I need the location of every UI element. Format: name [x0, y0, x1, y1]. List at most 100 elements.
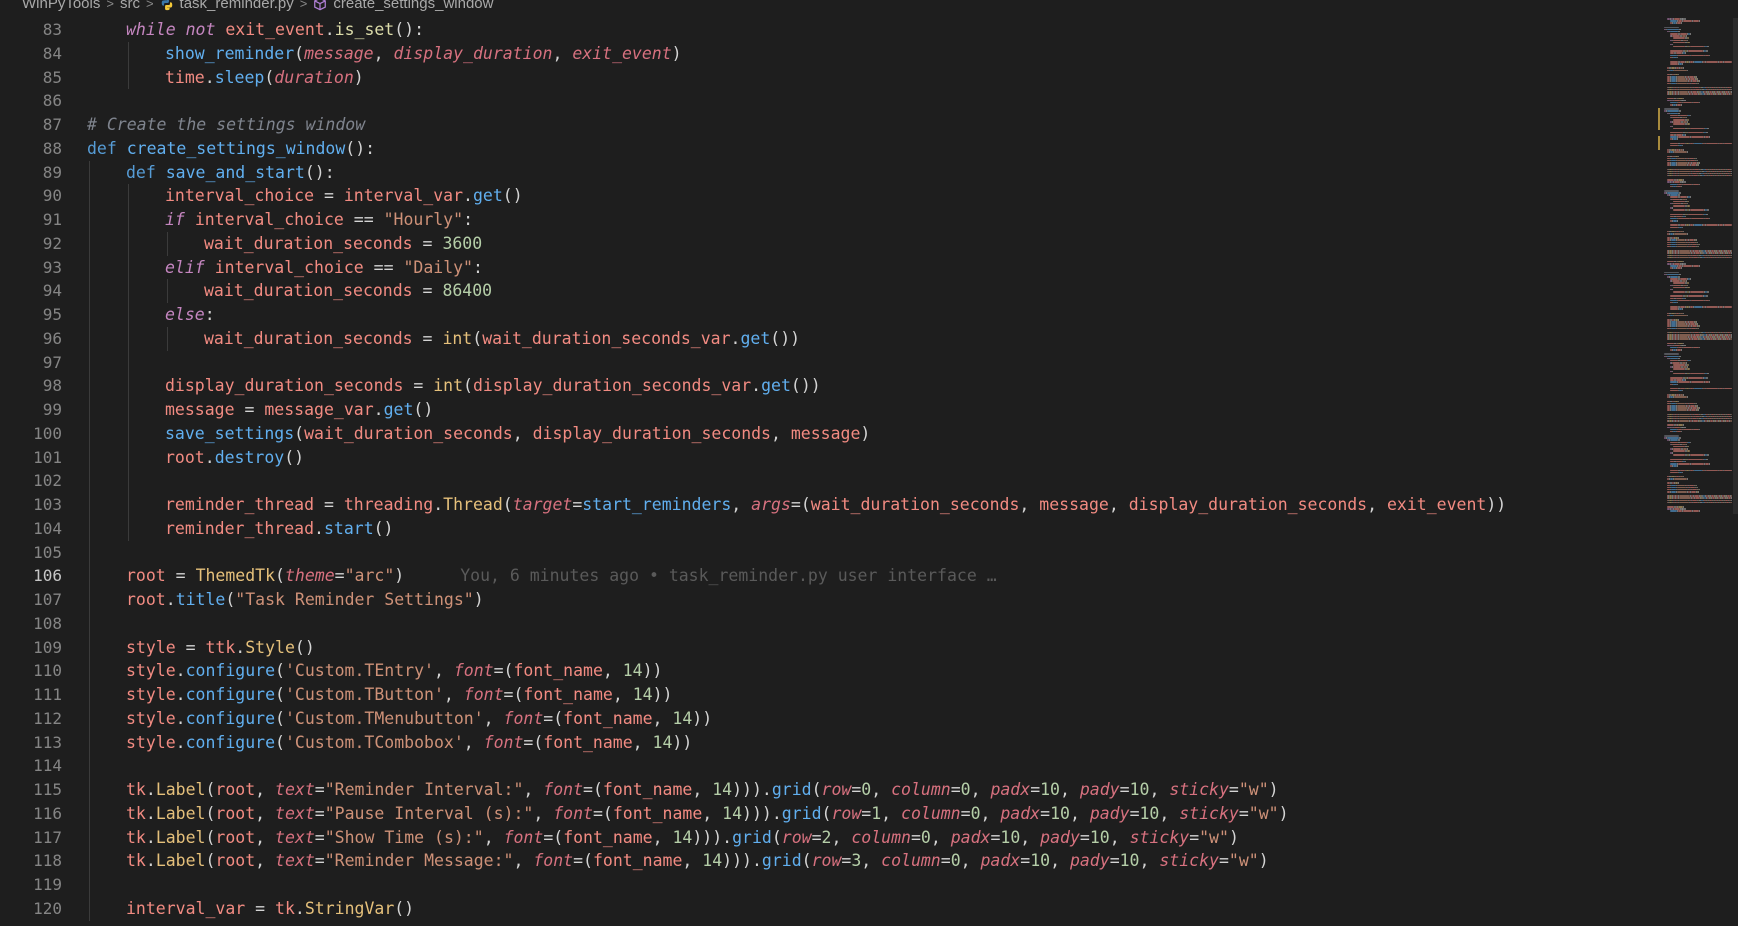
editor-pane[interactable]: 83 84 85 86 87 88 89 90 91 92 93 94 95 96 97 98 99 100 101…: [0, 18, 1652, 926]
code-token: exit_event: [572, 43, 672, 63]
code-line[interactable]: root = ThemedTk(theme="arc") You, 6 minut…: [87, 564, 1652, 588]
code-line[interactable]: wait_duration_seconds = int(wait_duratio…: [87, 326, 1652, 351]
code-line[interactable]: # Create the settings window: [87, 113, 1652, 137]
code-line[interactable]: interval_choice = interval_var.get(): [87, 184, 1652, 208]
code-line[interactable]: def save_and_start():: [87, 160, 1652, 185]
indent-guide: [89, 873, 90, 897]
code-line[interactable]: style.configure('Custom.TEntry', font=(f…: [87, 659, 1652, 683]
code-token: font_name: [592, 851, 683, 871]
code-line[interactable]: [87, 350, 1652, 375]
code-token: tk: [126, 803, 146, 823]
breadcrumb-item-symbol[interactable]: create_settings_window: [333, 0, 493, 11]
code-line[interactable]: save_settings(wait_duration_seconds, dis…: [87, 421, 1652, 446]
code-token: configure: [185, 708, 276, 728]
line-number: 111: [33, 685, 62, 704]
code-line[interactable]: def create_settings_window():: [87, 137, 1652, 161]
minimap-line: [1670, 299, 1677, 302]
code-line[interactable]: message = message_var.get(): [87, 398, 1652, 422]
minimap-line: [1673, 282, 1685, 284]
code-token: .: [751, 376, 762, 396]
minimap-line: [1709, 299, 1710, 302]
code-line[interactable]: while not exit_event.is_set():: [87, 18, 1652, 42]
code-line[interactable]: [87, 540, 1652, 565]
code-line[interactable]: tk.Label(root, text="Pause Interval (s):…: [87, 801, 1652, 826]
code-token: interval_choice: [194, 210, 344, 229]
minimap-line: [1674, 151, 1687, 153]
line-number: 83: [42, 20, 62, 39]
code-area[interactable]: while not exit_event.is_set(): show_remin…: [87, 18, 1652, 921]
code-line[interactable]: tk.Label(root, text="Show Time (s):", fo…: [87, 825, 1652, 850]
line-number: 108: [33, 613, 62, 633]
code-line[interactable]: reminder_thread.start(): [87, 516, 1652, 541]
minimap-line: [1670, 471, 1678, 474]
code-line[interactable]: [87, 754, 1652, 778]
breadcrumb-item-file[interactable]: task_reminder.py: [180, 0, 294, 11]
minimap-line: [1683, 67, 1684, 69]
code-line[interactable]: interval_var = tk.StringVar(): [87, 896, 1652, 921]
code-token: start_reminders: [582, 495, 732, 514]
code-token: ,: [682, 851, 703, 871]
code-line[interactable]: reminder_thread = threading.Thread(targe…: [87, 493, 1652, 517]
code-line[interactable]: wait_duration_seconds = 3600: [87, 231, 1652, 256]
code-token: pady: [1089, 803, 1130, 823]
code-token: column: [901, 803, 961, 823]
minimap-line: [1682, 471, 1683, 474]
code-token: duration: [274, 67, 354, 87]
code-token: ,: [970, 780, 991, 799]
code-token: "Task Reminder Settings": [235, 590, 474, 609]
minimap-line: [1683, 424, 1684, 426]
code-line[interactable]: elif interval_choice == "Daily":: [87, 255, 1652, 280]
code-line[interactable]: [87, 873, 1652, 897]
minimap-line: [1699, 510, 1700, 512]
code-token: =: [1238, 803, 1249, 823]
minimap[interactable]: [1658, 18, 1738, 518]
breadcrumb-item-project[interactable]: WinPyTools: [22, 0, 100, 11]
code-line[interactable]: [87, 89, 1652, 113]
code-line[interactable]: tk.Label(root, text="Reminder Interval:"…: [87, 778, 1652, 802]
minimap-line: [1687, 205, 1690, 207]
minimap-line: [1687, 286, 1690, 289]
code-line[interactable]: style = ttk.Style(): [87, 635, 1652, 660]
code-line[interactable]: if interval_choice == "Hourly":: [87, 208, 1652, 232]
code-token: start: [323, 518, 374, 538]
code-token: wait_duration_seconds: [204, 281, 413, 301]
code-line[interactable]: style.configure('Custom.TButton', font=(…: [87, 683, 1652, 707]
code-token: font_name: [523, 685, 613, 704]
code-token: =: [960, 803, 971, 823]
minimap-line: [1677, 301, 1678, 304]
code-token: wait_duration_seconds: [304, 423, 513, 443]
code-line[interactable]: style.configure('Custom.TMenubutton', fo…: [87, 706, 1652, 731]
code-line[interactable]: show_reminder(message, display_duration,…: [87, 41, 1652, 66]
code-line[interactable]: [87, 469, 1652, 493]
code-token: display_duration_seconds: [1128, 495, 1368, 514]
code-token: ,: [255, 827, 276, 847]
code-token: grid: [781, 803, 822, 823]
minimap-line: [1706, 306, 1718, 308]
minimap-line: [1688, 50, 1703, 52]
code-line[interactable]: style.configure('Custom.TCombobox', font…: [87, 730, 1652, 755]
code-token: wait_duration_seconds: [810, 495, 1020, 514]
code-line[interactable]: root.destroy(): [87, 445, 1652, 470]
line-number: 98: [42, 376, 62, 396]
code-line[interactable]: wait_duration_seconds = 86400: [87, 279, 1652, 303]
breadcrumb-item-folder[interactable]: src: [120, 0, 140, 11]
code-line[interactable]: tk.Label(root, text="Reminder Message:",…: [87, 849, 1652, 873]
minimap-line: [1681, 430, 1682, 433]
code-token: .: [373, 400, 384, 419]
minimap-scrollbar[interactable]: [1733, 18, 1738, 514]
minimap-line: [1677, 239, 1685, 241]
indent-guide: [167, 279, 168, 303]
minimap-line: [1664, 271, 1679, 274]
code-line[interactable]: display_duration_seconds = int(display_d…: [87, 374, 1652, 398]
indent-guide: [128, 208, 129, 232]
minimap-line: [1678, 357, 1680, 360]
code-token: interval_var: [126, 898, 246, 918]
code-line[interactable]: root.title("Task Reminder Settings"): [87, 588, 1652, 612]
line-number: 104: [33, 518, 62, 538]
code-line[interactable]: else:: [87, 303, 1652, 327]
minimap-line: [1670, 54, 1677, 57]
code-line[interactable]: [87, 611, 1652, 636]
code-line[interactable]: time.sleep(duration): [87, 65, 1652, 90]
code-token: .: [145, 780, 156, 799]
code-token: (: [205, 851, 216, 871]
